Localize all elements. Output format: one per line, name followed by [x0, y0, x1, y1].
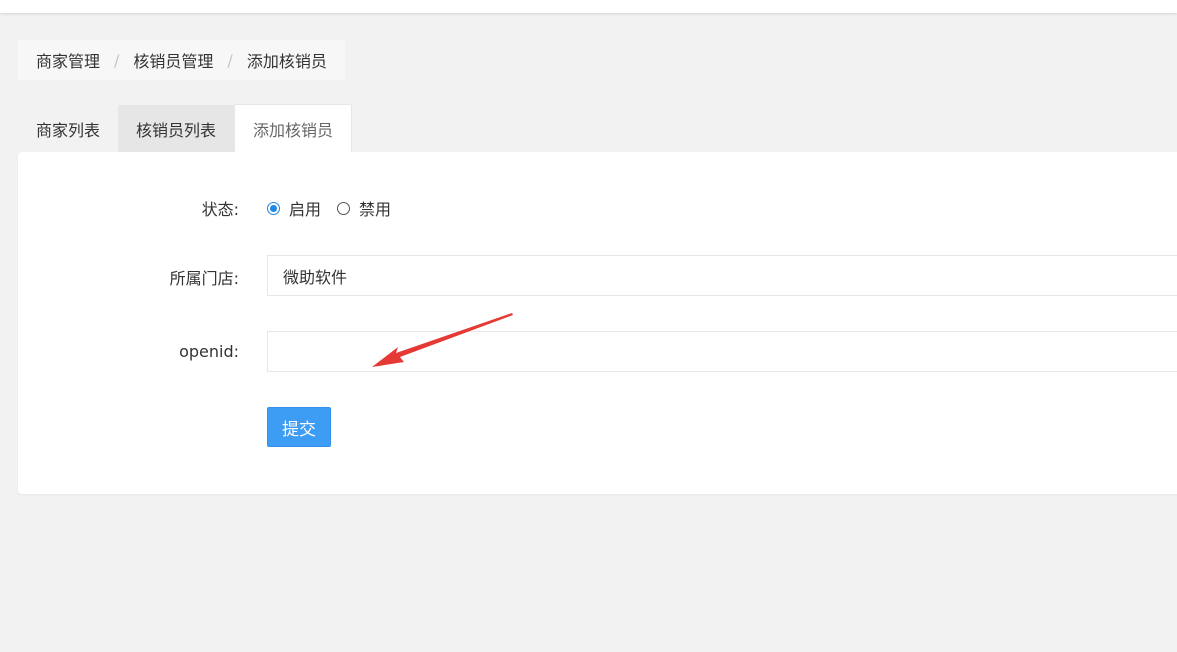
breadcrumb-item-verifier[interactable]: 核销员管理	[133, 48, 213, 72]
breadcrumb-item-add-verifier: 添加核销员	[246, 52, 327, 71]
tab-add-verifier[interactable]: 添加核销员	[234, 104, 353, 153]
form-panel: 状态: 启用 禁用 所属门店: 微助软件 openid: 提交	[18, 152, 1177, 494]
radio-checked-icon[interactable]	[267, 201, 280, 215]
store-select[interactable]: 微助软件	[267, 255, 1177, 296]
status-row: 状态: 启用 禁用	[18, 196, 407, 220]
tab-merchant-list[interactable]: 商家列表	[18, 105, 119, 153]
status-disable-option[interactable]: 禁用	[337, 196, 391, 220]
status-enable-option[interactable]: 启用	[267, 196, 321, 220]
status-label: 状态:	[201, 200, 239, 219]
radio-unchecked-icon[interactable]	[337, 201, 351, 215]
status-disable-label[interactable]: 禁用	[359, 196, 391, 220]
red-arrow-icon	[372, 313, 513, 367]
store-label: 所属门店:	[169, 269, 239, 288]
openid-row: openid:	[18, 342, 239, 361]
status-enable-label[interactable]: 启用	[289, 196, 321, 220]
breadcrumb-separator: /	[114, 50, 120, 70]
submit-button[interactable]: 提交	[267, 407, 331, 447]
top-bar	[0, 0, 1177, 13]
breadcrumb-separator: /	[227, 50, 233, 70]
status-radio-group: 启用 禁用	[267, 196, 407, 220]
breadcrumb-item-merchant[interactable]: 商家管理	[36, 48, 100, 72]
tab-verifier-list[interactable]: 核销员列表	[118, 105, 235, 153]
tab-bar: 商家列表 核销员列表 添加核销员	[18, 104, 353, 153]
store-row: 所属门店:	[18, 265, 239, 289]
openid-label: openid:	[179, 342, 239, 361]
breadcrumb: 商家管理 / 核销员管理 / 添加核销员	[18, 40, 345, 80]
